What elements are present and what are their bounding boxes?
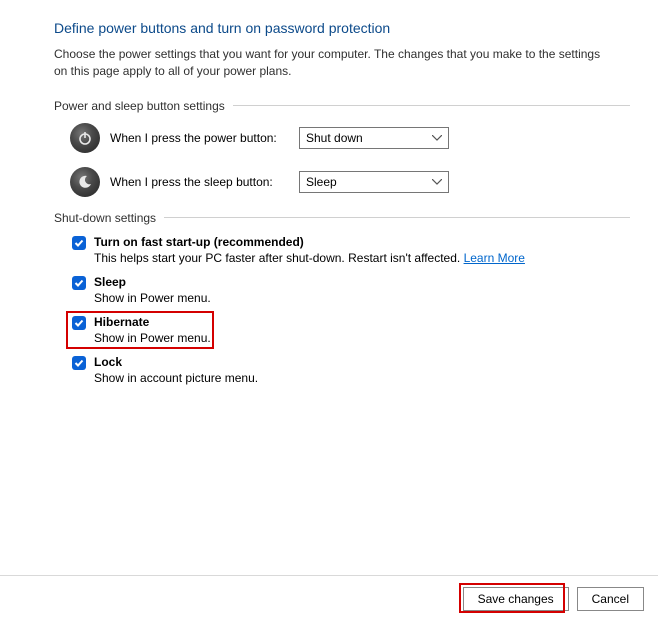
checkbox-item-lock: Lock Show in account picture menu.	[72, 355, 630, 385]
power-button-select[interactable]: Shut down	[299, 127, 449, 149]
sleep-button-select[interactable]: Sleep	[299, 171, 449, 193]
save-button[interactable]: Save changes	[463, 587, 569, 611]
checkbox-item-sleep: Sleep Show in Power menu.	[72, 275, 630, 305]
power-icon	[70, 123, 100, 153]
sleep-button-label: When I press the sleep button:	[110, 175, 287, 189]
learn-more-link[interactable]: Learn More	[464, 251, 525, 265]
section-header-buttons: Power and sleep button settings	[54, 99, 630, 113]
cancel-button[interactable]: Cancel	[577, 587, 644, 611]
sleep-sub: Show in Power menu.	[94, 291, 211, 305]
hibernate-sub: Show in Power menu.	[94, 331, 211, 345]
section-header-buttons-text: Power and sleep button settings	[54, 99, 225, 113]
section-header-shutdown-text: Shut-down settings	[54, 211, 156, 225]
checkbox-item-fast-startup: Turn on fast start-up (recommended) This…	[72, 235, 630, 265]
power-button-row: When I press the power button: Shut down	[70, 123, 630, 153]
hibernate-label: Hibernate	[94, 315, 211, 329]
sleep-button-row: When I press the sleep button: Sleep	[70, 167, 630, 197]
divider	[164, 217, 630, 218]
page-title: Define power buttons and turn on passwor…	[54, 20, 630, 36]
fast-startup-label: Turn on fast start-up (recommended)	[94, 235, 525, 249]
checkbox-hibernate[interactable]	[72, 316, 86, 330]
moon-icon	[70, 167, 100, 197]
checkbox-sleep[interactable]	[72, 276, 86, 290]
page-description: Choose the power settings that you want …	[54, 46, 614, 81]
footer-bar: Save changes Cancel	[0, 575, 658, 621]
checkbox-item-hibernate: Hibernate Show in Power menu.	[72, 315, 630, 345]
sleep-label: Sleep	[94, 275, 211, 289]
lock-label: Lock	[94, 355, 258, 369]
section-header-shutdown: Shut-down settings	[54, 211, 630, 225]
divider	[233, 105, 630, 106]
fast-startup-sub: This helps start your PC faster after sh…	[94, 251, 525, 265]
checkbox-lock[interactable]	[72, 356, 86, 370]
power-button-label: When I press the power button:	[110, 131, 287, 145]
lock-sub: Show in account picture menu.	[94, 371, 258, 385]
checkbox-fast-startup[interactable]	[72, 236, 86, 250]
